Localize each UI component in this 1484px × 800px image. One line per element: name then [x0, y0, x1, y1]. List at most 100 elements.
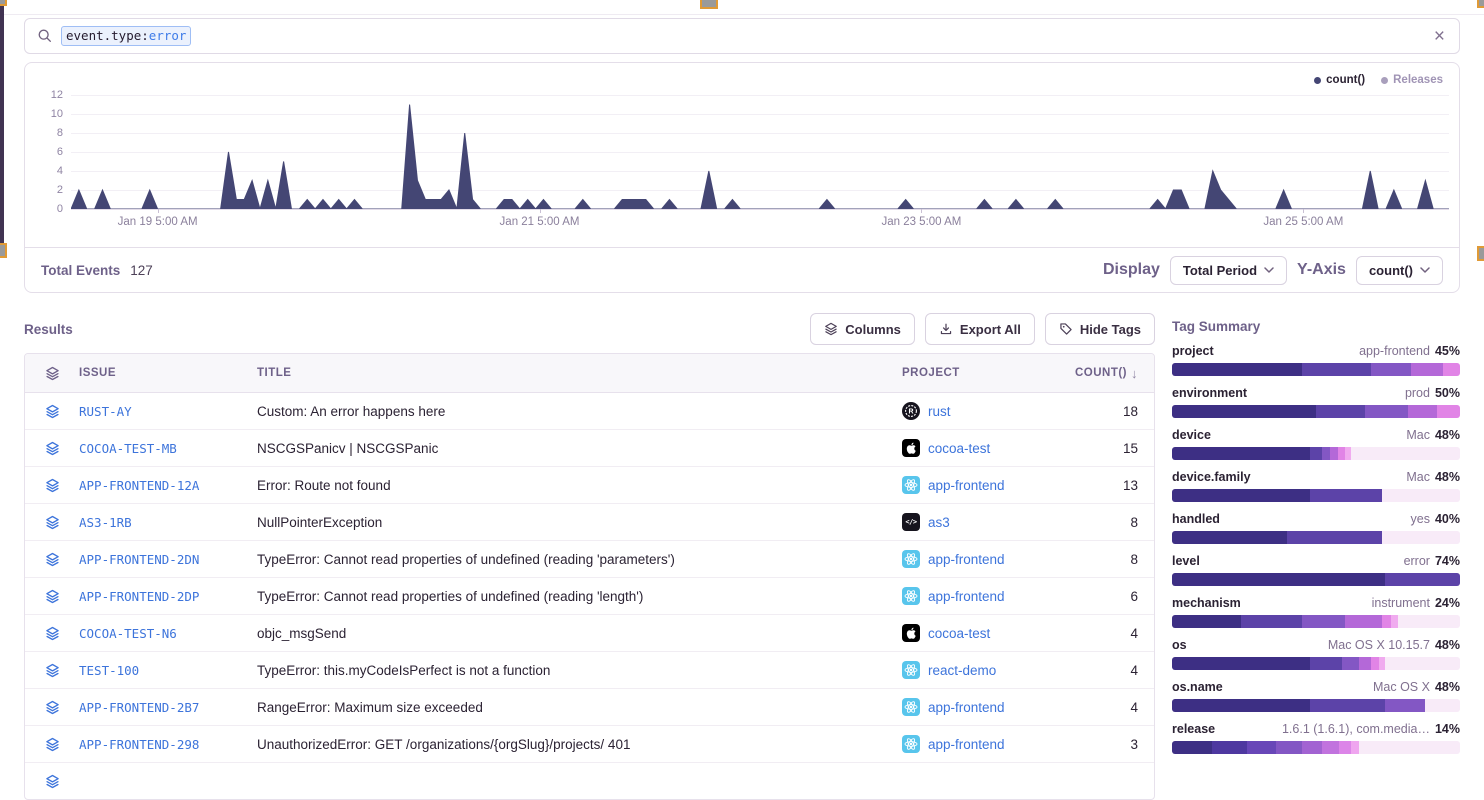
facet-bar-segment[interactable]	[1385, 573, 1460, 586]
issue-link[interactable]: APP-FRONTEND-2B7	[79, 700, 257, 715]
area-chart[interactable]: 024681012	[71, 95, 1449, 209]
facet-bar-segment[interactable]	[1302, 615, 1345, 628]
selection-handle[interactable]	[0, 0, 7, 6]
facet-bar-segment[interactable]	[1172, 741, 1212, 754]
issue-link[interactable]: APP-FRONTEND-298	[79, 737, 257, 752]
legend-item-releases[interactable]: Releases	[1381, 74, 1443, 86]
legend-item-count[interactable]: count()	[1314, 74, 1365, 86]
facet-bar-segment[interactable]	[1339, 741, 1351, 754]
project-link[interactable]: app-frontend	[928, 737, 1005, 752]
header-cell-count[interactable]: COUNT() ↓	[1062, 366, 1154, 381]
issue-link[interactable]: COCOA-TEST-MB	[79, 441, 257, 456]
facet-bar-segment[interactable]	[1391, 615, 1398, 628]
facet-bar[interactable]	[1172, 363, 1460, 376]
facet-bar-segment[interactable]	[1385, 699, 1425, 712]
table-row: APP-FRONTEND-2B7RangeError: Maximum size…	[25, 689, 1154, 726]
facet-bar-segment[interactable]	[1371, 363, 1411, 376]
facet-bar-segment[interactable]	[1437, 405, 1460, 418]
issue-link[interactable]: APP-FRONTEND-2DN	[79, 552, 257, 567]
facet-bar[interactable]	[1172, 741, 1460, 754]
facet-bar-segment[interactable]	[1172, 489, 1310, 502]
facet-bar-segment[interactable]	[1212, 741, 1247, 754]
facet-bar[interactable]	[1172, 573, 1460, 586]
facet-bar-segment[interactable]	[1302, 741, 1322, 754]
facet-bar-segment[interactable]	[1382, 615, 1391, 628]
facet-bar-segment[interactable]	[1287, 531, 1382, 544]
facet-bar-segment[interactable]	[1310, 699, 1385, 712]
facet-bar-segment[interactable]	[1351, 741, 1360, 754]
issue-link[interactable]: COCOA-TEST-N6	[79, 626, 257, 641]
hide-tags-button[interactable]: Hide Tags	[1045, 313, 1155, 345]
selection-handle[interactable]	[0, 243, 7, 258]
display-dropdown[interactable]: Total Period	[1170, 256, 1287, 285]
project-link[interactable]: rust	[928, 404, 951, 419]
issue-link[interactable]: TEST-100	[79, 663, 257, 678]
facet-bar-segment[interactable]	[1365, 405, 1408, 418]
facet-bar-segment[interactable]	[1241, 615, 1301, 628]
facet-bar-segment[interactable]	[1172, 531, 1287, 544]
project-link[interactable]: as3	[928, 515, 950, 530]
selection-handle[interactable]	[1477, 0, 1484, 8]
facet-bar-segment[interactable]	[1310, 447, 1322, 460]
selection-handle[interactable]	[1477, 246, 1484, 261]
issue-link[interactable]: APP-FRONTEND-2DP	[79, 589, 257, 604]
facet-bar-segment[interactable]	[1330, 447, 1337, 460]
project-link[interactable]: app-frontend	[928, 589, 1005, 604]
facet-bar-segment[interactable]	[1345, 447, 1351, 460]
project-link[interactable]: app-frontend	[928, 700, 1005, 715]
columns-button[interactable]: Columns	[810, 313, 915, 345]
yaxis-dropdown[interactable]: count()	[1356, 256, 1443, 285]
facet-bar-segment[interactable]	[1276, 741, 1302, 754]
search-clear-button[interactable]: ×	[1432, 27, 1447, 46]
project-link[interactable]: cocoa-test	[928, 626, 990, 641]
search-token[interactable]: event.type:error	[61, 26, 191, 46]
facet-bar[interactable]	[1172, 657, 1460, 670]
facet-bar-segment[interactable]	[1172, 363, 1302, 376]
facet-bar[interactable]	[1172, 699, 1460, 712]
export-all-button[interactable]: Export All	[925, 313, 1035, 345]
selection-handle[interactable]	[700, 0, 718, 9]
facet-bar-segment[interactable]	[1172, 447, 1310, 460]
facet-bar-segment[interactable]	[1172, 405, 1316, 418]
search-bar[interactable]: event.type:error ×	[24, 18, 1460, 54]
project-link[interactable]: react-demo	[928, 663, 996, 678]
facet-bar-segment[interactable]	[1322, 447, 1331, 460]
results-title: Results	[24, 322, 73, 337]
facet-bar-segment[interactable]	[1172, 657, 1310, 670]
facet-bar[interactable]	[1172, 531, 1460, 544]
facet-bar-segment[interactable]	[1310, 489, 1382, 502]
issue-link[interactable]: AS3-1RB	[79, 515, 257, 530]
facet-bar-segment[interactable]	[1172, 573, 1385, 586]
facet-bar-segment[interactable]	[1379, 657, 1385, 670]
header-cell-issue[interactable]: ISSUE	[79, 367, 257, 379]
header-cell-project[interactable]: PROJECT	[902, 367, 1062, 379]
facet-bar-segment[interactable]	[1172, 615, 1241, 628]
facet-bar-segment[interactable]	[1359, 657, 1371, 670]
header-cell-title[interactable]: TITLE	[257, 367, 902, 379]
facet-bar-segment[interactable]	[1371, 657, 1380, 670]
facet-bar[interactable]	[1172, 447, 1460, 460]
project-link[interactable]: cocoa-test	[928, 441, 990, 456]
facet-bar-segment[interactable]	[1345, 615, 1382, 628]
facet-percent: 48%	[1435, 470, 1460, 484]
facet-bar[interactable]	[1172, 405, 1460, 418]
issue-link[interactable]: APP-FRONTEND-12A	[79, 478, 257, 493]
facet-bar[interactable]	[1172, 615, 1460, 628]
facet-bar-segment[interactable]	[1411, 363, 1443, 376]
x-axis-tick	[1303, 209, 1304, 213]
project-link[interactable]: app-frontend	[928, 552, 1005, 567]
facet-bar-segment[interactable]	[1316, 405, 1365, 418]
facet-bar-segment[interactable]	[1310, 657, 1342, 670]
facet-bar-segment[interactable]	[1247, 741, 1276, 754]
facet-bar-segment[interactable]	[1322, 741, 1339, 754]
facet-bar-segment[interactable]	[1408, 405, 1437, 418]
facet: release1.6.1 (1.6.1), com.media…14%	[1172, 722, 1460, 754]
facet-bar-segment[interactable]	[1342, 657, 1359, 670]
facet-bar[interactable]	[1172, 489, 1460, 502]
facet-bar-segment[interactable]	[1302, 363, 1371, 376]
issue-link[interactable]: RUST-AY	[79, 404, 257, 419]
project-link[interactable]: app-frontend	[928, 478, 1005, 493]
facet-bar-segment[interactable]	[1443, 363, 1460, 376]
facet-bar-segment[interactable]	[1338, 447, 1345, 460]
facet-bar-segment[interactable]	[1172, 699, 1310, 712]
